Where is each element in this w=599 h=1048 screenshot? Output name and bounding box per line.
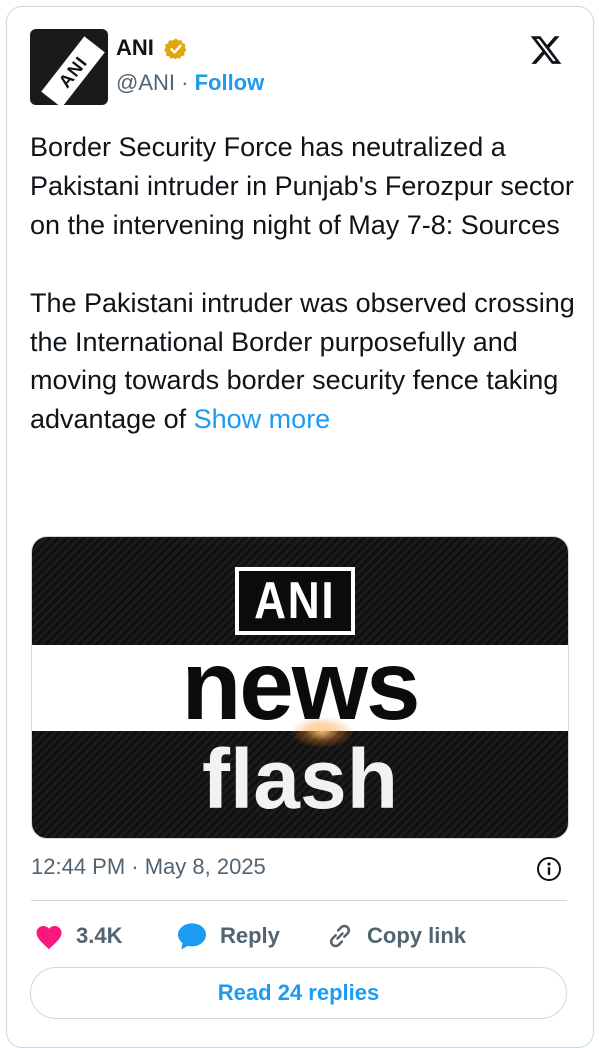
like-count: 3.4K xyxy=(76,923,123,948)
author-name[interactable]: ANI xyxy=(116,35,154,61)
ani-logo-shape: ANI xyxy=(41,36,105,105)
avatar[interactable]: ANI xyxy=(30,29,108,105)
follow-button[interactable]: Follow xyxy=(195,70,265,95)
tweet-paragraph-1: Border Security Force has neutralized a … xyxy=(30,132,574,240)
read-replies-button[interactable]: Read 24 replies xyxy=(30,967,567,1019)
avatar-logo-text: ANI xyxy=(54,52,91,92)
handle-separator: · xyxy=(175,70,195,95)
author-handle-row: @ANI · Follow xyxy=(116,70,264,96)
reply-label: Reply xyxy=(220,923,280,948)
tweet-timestamp[interactable]: 12:44 PM · May 8, 2025 xyxy=(31,854,266,880)
tweet-text: Border Security Force has neutralized a … xyxy=(30,128,575,439)
reply-button[interactable]: Reply xyxy=(176,920,280,952)
info-icon[interactable] xyxy=(536,856,562,882)
verified-badge-icon xyxy=(164,38,187,60)
media-ani-text: ANI xyxy=(254,572,336,630)
divider xyxy=(31,900,567,901)
author-handle[interactable]: @ANI xyxy=(116,70,175,95)
link-icon xyxy=(329,924,351,948)
heart-icon xyxy=(36,926,62,950)
tweet-paragraph-2: The Pakistani intruder was observed cros… xyxy=(30,284,575,440)
reply-bubble-icon xyxy=(178,923,206,950)
media-image[interactable]: ANI news flash xyxy=(31,536,569,839)
like-button[interactable]: 3.4K xyxy=(34,920,122,952)
show-more-link[interactable]: Show more xyxy=(194,404,331,434)
x-logo-icon[interactable] xyxy=(528,33,564,67)
copy-link-label: Copy link xyxy=(367,923,467,948)
media-flash-text: flash xyxy=(201,732,399,826)
copy-link-button[interactable]: Copy link xyxy=(325,920,466,952)
